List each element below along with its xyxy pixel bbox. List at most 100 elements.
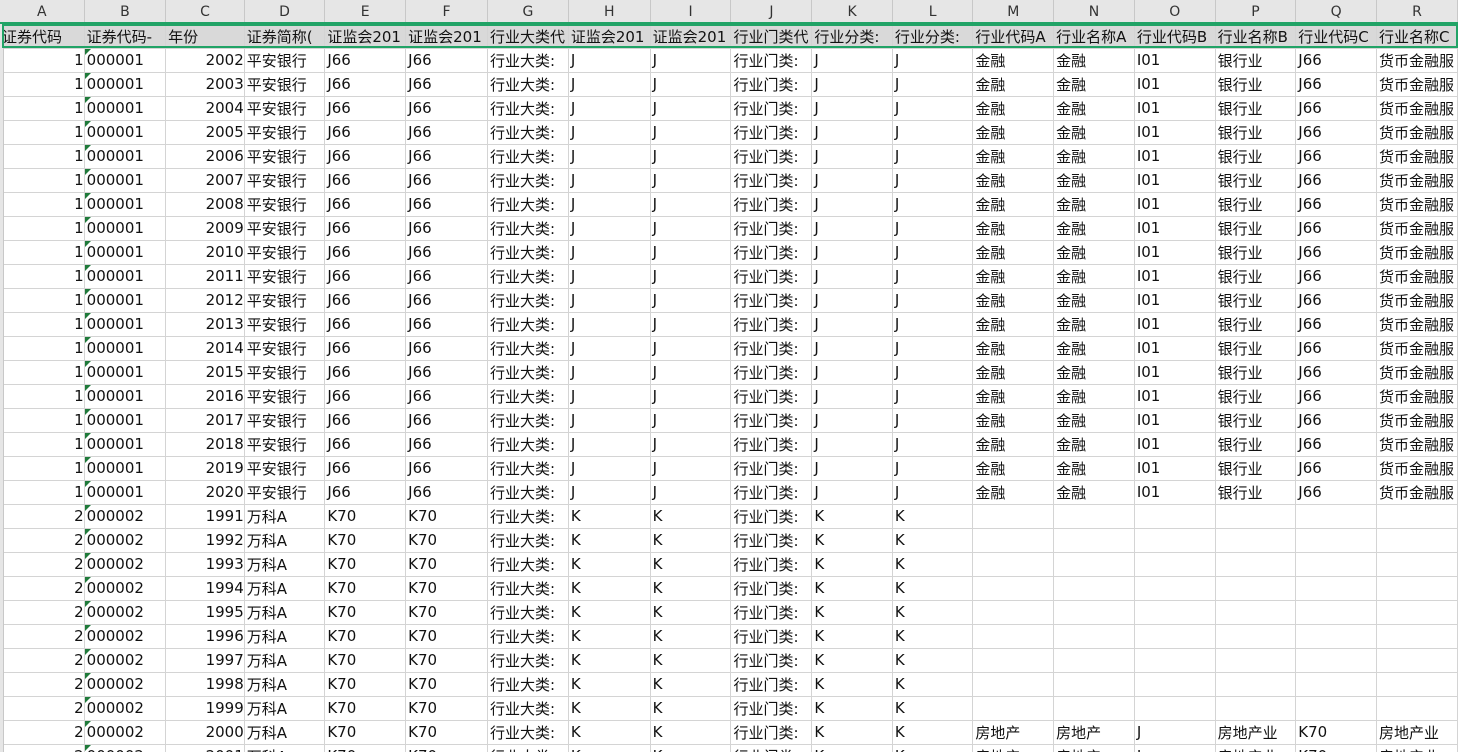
column-header-h[interactable]: H bbox=[568, 0, 651, 25]
header-cell-q[interactable]: 行业代码C bbox=[1295, 24, 1377, 49]
cell-f[interactable]: J66 bbox=[405, 240, 488, 265]
cell-p[interactable] bbox=[1215, 552, 1297, 577]
cell-j[interactable]: 行业门类: bbox=[730, 72, 813, 97]
header-cell-i[interactable]: 证监会201 bbox=[650, 24, 732, 49]
cell-b[interactable]: 000001 bbox=[84, 72, 167, 97]
cell-r[interactable] bbox=[1376, 528, 1458, 553]
cell-n[interactable]: 金融 bbox=[1053, 360, 1135, 385]
cell-n[interactable]: 金融 bbox=[1053, 48, 1135, 73]
cell-e[interactable]: J66 bbox=[324, 264, 407, 289]
cell-j[interactable]: 行业门类: bbox=[730, 288, 813, 313]
cell-h[interactable]: J bbox=[568, 240, 651, 265]
cell-n[interactable]: 金融 bbox=[1053, 120, 1135, 145]
cell-f[interactable]: K70 bbox=[405, 600, 488, 625]
cell-r[interactable] bbox=[1376, 504, 1458, 529]
cell-d[interactable]: 万科A bbox=[244, 624, 326, 649]
cell-j[interactable]: 行业门类: bbox=[730, 264, 813, 289]
cell-p[interactable]: 银行业 bbox=[1215, 144, 1297, 169]
cell-r[interactable]: 货币金融服 bbox=[1376, 144, 1458, 169]
cell-o[interactable]: I01 bbox=[1134, 384, 1216, 409]
cell-g[interactable]: 行业大类: bbox=[487, 720, 569, 745]
cell-k[interactable]: J bbox=[811, 264, 893, 289]
cell-d[interactable]: 万科A bbox=[244, 720, 326, 745]
cell-e[interactable]: K70 bbox=[324, 744, 407, 752]
cell-d[interactable]: 平安银行 bbox=[244, 192, 326, 217]
cell-q[interactable]: J66 bbox=[1295, 96, 1377, 121]
cell-a[interactable]: 2 bbox=[0, 672, 85, 697]
cell-j[interactable]: 行业门类: bbox=[730, 240, 813, 265]
cell-l[interactable]: K bbox=[892, 504, 974, 529]
cell-j[interactable]: 行业门类: bbox=[730, 432, 813, 457]
cell-k[interactable]: J bbox=[811, 144, 893, 169]
cell-j[interactable]: 行业门类: bbox=[730, 528, 813, 553]
cell-i[interactable]: J bbox=[650, 360, 732, 385]
cell-m[interactable]: 房地产 bbox=[972, 720, 1055, 745]
cell-g[interactable]: 行业大类: bbox=[487, 456, 569, 481]
cell-c[interactable]: 2000 bbox=[165, 720, 245, 745]
cell-l[interactable]: J bbox=[892, 168, 974, 193]
cell-r[interactable]: 货币金融服 bbox=[1376, 192, 1458, 217]
header-cell-j[interactable]: 行业门类代 bbox=[730, 24, 813, 49]
cell-m[interactable]: 金融 bbox=[972, 216, 1055, 241]
cell-p[interactable]: 银行业 bbox=[1215, 192, 1297, 217]
column-header-f[interactable]: F bbox=[405, 0, 488, 25]
cell-b[interactable]: 000001 bbox=[84, 336, 167, 361]
cell-r[interactable]: 货币金融服 bbox=[1376, 336, 1458, 361]
cell-k[interactable]: J bbox=[811, 240, 893, 265]
header-cell-n[interactable]: 行业名称A bbox=[1053, 24, 1135, 49]
cell-e[interactable]: J66 bbox=[324, 240, 407, 265]
cell-k[interactable]: K bbox=[811, 744, 893, 752]
cell-i[interactable]: K bbox=[650, 720, 732, 745]
cell-i[interactable]: J bbox=[650, 432, 732, 457]
cell-j[interactable]: 行业门类: bbox=[730, 552, 813, 577]
cell-m[interactable] bbox=[972, 504, 1055, 529]
cell-q[interactable]: J66 bbox=[1295, 288, 1377, 313]
cell-p[interactable] bbox=[1215, 576, 1297, 601]
cell-m[interactable]: 金融 bbox=[972, 168, 1055, 193]
cell-n[interactable]: 金融 bbox=[1053, 288, 1135, 313]
cell-r[interactable]: 货币金融服 bbox=[1376, 312, 1458, 337]
cell-b[interactable]: 000002 bbox=[84, 552, 167, 577]
cell-e[interactable]: J66 bbox=[324, 48, 407, 73]
cell-n[interactable]: 金融 bbox=[1053, 336, 1135, 361]
cell-i[interactable]: J bbox=[650, 216, 732, 241]
cell-r[interactable] bbox=[1376, 696, 1458, 721]
cell-r[interactable]: 货币金融服 bbox=[1376, 288, 1458, 313]
cell-c[interactable]: 2006 bbox=[165, 144, 245, 169]
cell-o[interactable] bbox=[1134, 696, 1216, 721]
cell-d[interactable]: 平安银行 bbox=[244, 48, 326, 73]
cell-n[interactable] bbox=[1053, 672, 1135, 697]
cell-i[interactable]: K bbox=[650, 696, 732, 721]
cell-c[interactable]: 1994 bbox=[165, 576, 245, 601]
cell-o[interactable]: I01 bbox=[1134, 240, 1216, 265]
cell-h[interactable]: J bbox=[568, 48, 651, 73]
cell-k[interactable]: K bbox=[811, 624, 893, 649]
cell-o[interactable]: I01 bbox=[1134, 336, 1216, 361]
cell-g[interactable]: 行业大类: bbox=[487, 624, 569, 649]
cell-p[interactable] bbox=[1215, 696, 1297, 721]
cell-m[interactable]: 金融 bbox=[972, 72, 1055, 97]
cell-b[interactable]: 000002 bbox=[84, 648, 167, 673]
cell-m[interactable]: 金融 bbox=[972, 48, 1055, 73]
cell-m[interactable] bbox=[972, 624, 1055, 649]
cell-a[interactable]: 1 bbox=[0, 360, 85, 385]
cell-q[interactable] bbox=[1295, 528, 1377, 553]
cell-i[interactable]: J bbox=[650, 456, 732, 481]
cell-g[interactable]: 行业大类: bbox=[487, 168, 569, 193]
cell-n[interactable]: 金融 bbox=[1053, 192, 1135, 217]
cell-m[interactable]: 金融 bbox=[972, 336, 1055, 361]
cell-d[interactable]: 万科A bbox=[244, 528, 326, 553]
cell-a[interactable]: 1 bbox=[0, 120, 85, 145]
cell-c[interactable]: 2007 bbox=[165, 168, 245, 193]
cell-a[interactable]: 2 bbox=[0, 696, 85, 721]
cell-i[interactable]: J bbox=[650, 264, 732, 289]
cell-e[interactable]: K70 bbox=[324, 696, 407, 721]
cell-i[interactable]: J bbox=[650, 312, 732, 337]
cell-d[interactable]: 平安银行 bbox=[244, 144, 326, 169]
cell-a[interactable]: 1 bbox=[0, 216, 85, 241]
cell-p[interactable] bbox=[1215, 528, 1297, 553]
cell-e[interactable]: K70 bbox=[324, 624, 407, 649]
cell-a[interactable]: 2 bbox=[0, 720, 85, 745]
cell-h[interactable]: J bbox=[568, 384, 651, 409]
cell-f[interactable]: J66 bbox=[405, 312, 488, 337]
